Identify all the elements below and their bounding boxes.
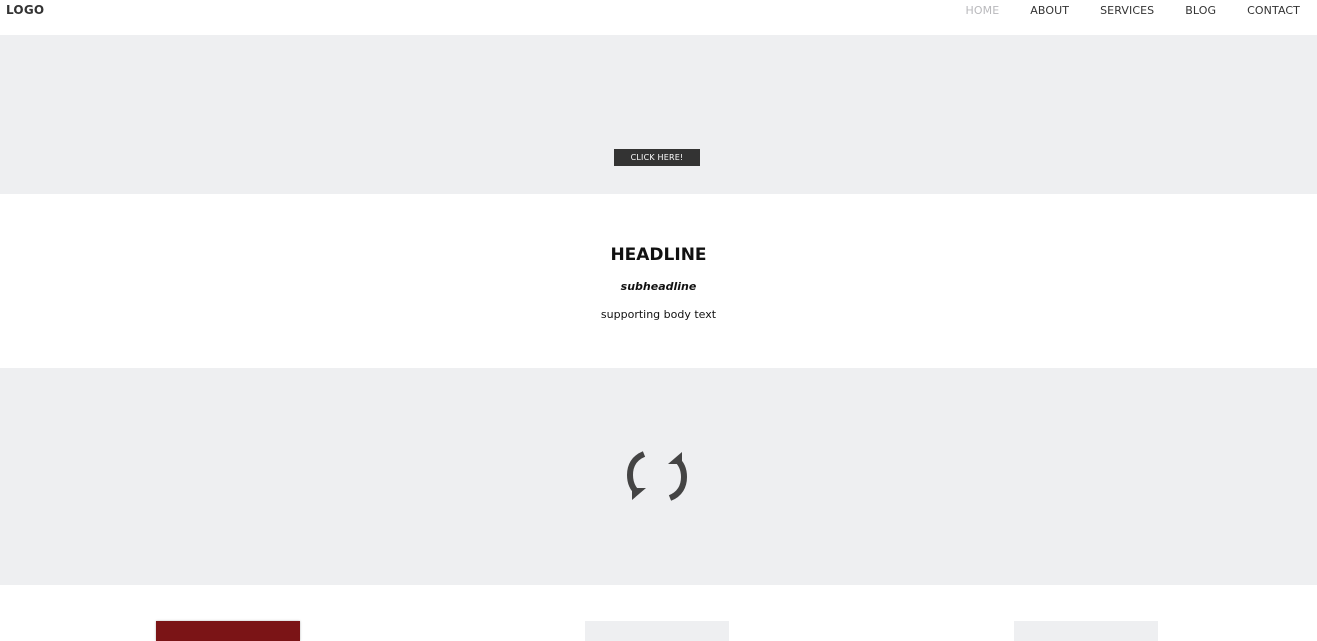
card-2[interactable]	[585, 621, 729, 641]
page: LOGO HOME ABOUT SERVICES BLOG CONTACT CL…	[0, 0, 1317, 641]
nav-about[interactable]: ABOUT	[1030, 4, 1069, 17]
main-nav: HOME ABOUT SERVICES BLOG CONTACT	[965, 4, 1300, 17]
nav-blog[interactable]: BLOG	[1185, 4, 1216, 17]
nav-services[interactable]: SERVICES	[1100, 4, 1154, 17]
body-text: supporting body text	[600, 308, 717, 321]
nav-contact[interactable]: CONTACT	[1247, 4, 1300, 17]
media-section	[0, 368, 1317, 585]
subheadline: subheadline	[620, 280, 697, 293]
headline: HEADLINE	[610, 245, 707, 265]
nav-home[interactable]: HOME	[965, 4, 999, 17]
reload-icon[interactable]	[626, 448, 688, 504]
intro-section: HEADLINE subheadline supporting body tex…	[0, 194, 1317, 368]
card-3[interactable]	[1014, 621, 1158, 641]
hero-banner: CLICK HERE!	[0, 35, 1317, 194]
click-here-button[interactable]: CLICK HERE!	[614, 149, 700, 166]
card-1[interactable]	[156, 621, 300, 641]
logo[interactable]: LOGO	[6, 3, 44, 17]
cards-row	[0, 585, 1317, 641]
top-bar: LOGO HOME ABOUT SERVICES BLOG CONTACT	[0, 0, 1317, 35]
